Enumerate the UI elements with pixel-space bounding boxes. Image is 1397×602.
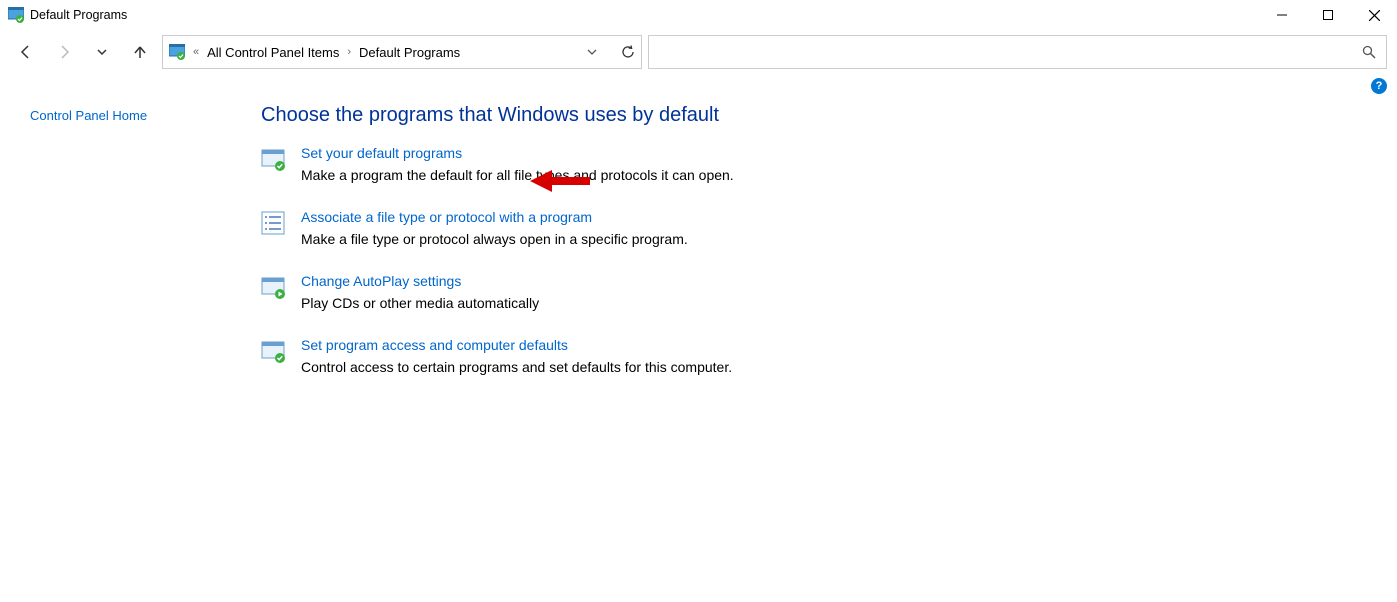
search-icon bbox=[1362, 45, 1376, 59]
option-set-default-programs: Set your default programs Make a program… bbox=[261, 145, 1371, 183]
option-program-access-defaults: Set program access and computer defaults… bbox=[261, 337, 1371, 375]
chevron-right-icon[interactable]: › bbox=[345, 46, 353, 58]
minimize-button[interactable] bbox=[1259, 0, 1305, 30]
option-associate-file-type: Associate a file type or protocol with a… bbox=[261, 209, 1371, 247]
control-panel-home-link[interactable]: Control Panel Home bbox=[30, 108, 147, 123]
sidebar: Control Panel Home bbox=[16, 98, 261, 401]
toolbar: « All Control Panel Items › Default Prog… bbox=[0, 30, 1397, 74]
app-icon bbox=[8, 7, 24, 23]
recent-locations-button[interactable] bbox=[86, 36, 118, 68]
main-content: Choose the programs that Windows uses by… bbox=[261, 98, 1381, 401]
option-change-autoplay: Change AutoPlay settings Play CDs or oth… bbox=[261, 273, 1371, 311]
option-desc: Play CDs or other media automatically bbox=[301, 295, 539, 311]
option-desc: Make a program the default for all file … bbox=[301, 167, 734, 183]
associate-icon bbox=[261, 211, 285, 235]
option-link[interactable]: Change AutoPlay settings bbox=[301, 273, 461, 289]
refresh-button[interactable] bbox=[621, 45, 635, 59]
autoplay-icon bbox=[261, 275, 285, 299]
maximize-button[interactable] bbox=[1305, 0, 1351, 30]
option-desc: Make a file type or protocol always open… bbox=[301, 231, 688, 247]
address-bar[interactable]: « All Control Panel Items › Default Prog… bbox=[162, 35, 642, 69]
help-icon[interactable]: ? bbox=[1371, 78, 1387, 94]
chevron-left-double-icon[interactable]: « bbox=[191, 46, 201, 58]
close-button[interactable] bbox=[1351, 0, 1397, 30]
option-link[interactable]: Associate a file type or protocol with a… bbox=[301, 209, 592, 225]
page-heading: Choose the programs that Windows uses by… bbox=[261, 104, 1371, 127]
default-programs-icon bbox=[261, 147, 285, 171]
up-button[interactable] bbox=[124, 36, 156, 68]
help-row: ? bbox=[0, 74, 1397, 94]
address-dropdown-button[interactable] bbox=[587, 47, 597, 57]
search-box[interactable] bbox=[648, 35, 1387, 69]
address-bar-icon bbox=[169, 44, 185, 60]
window-controls bbox=[1259, 0, 1397, 30]
option-link[interactable]: Set program access and computer defaults bbox=[301, 337, 568, 353]
option-link[interactable]: Set your default programs bbox=[301, 145, 462, 161]
breadcrumb-default-programs[interactable]: Default Programs bbox=[359, 45, 460, 60]
back-button[interactable] bbox=[10, 36, 42, 68]
body: Control Panel Home Choose the programs t… bbox=[0, 94, 1397, 401]
program-access-icon bbox=[261, 339, 285, 363]
titlebar: Default Programs bbox=[0, 0, 1397, 30]
option-desc: Control access to certain programs and s… bbox=[301, 359, 732, 375]
window-title: Default Programs bbox=[30, 8, 127, 22]
breadcrumb-all-items[interactable]: All Control Panel Items bbox=[207, 45, 339, 60]
forward-button[interactable] bbox=[48, 36, 80, 68]
